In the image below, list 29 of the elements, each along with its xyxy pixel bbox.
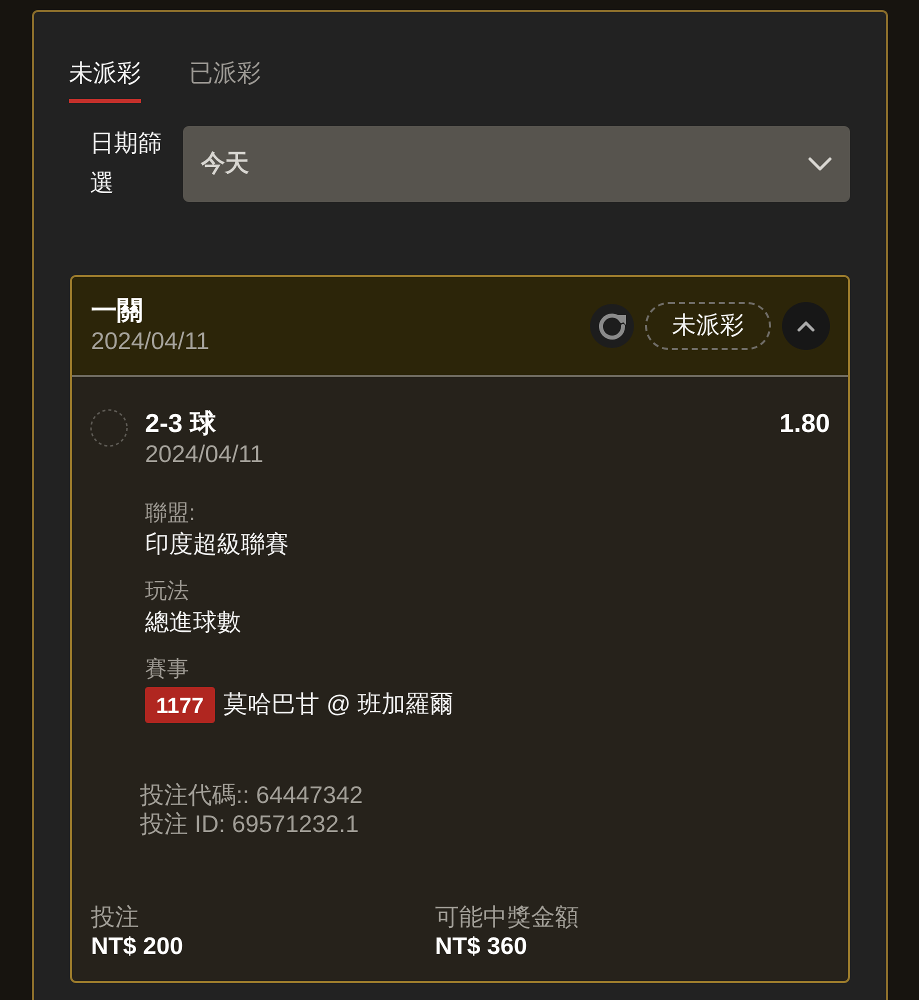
stake-amount: NT$ 200 — [91, 932, 184, 961]
payout-amount: NT$ 360 — [435, 932, 528, 961]
bet-date: 2024/04/11 — [91, 327, 210, 357]
stake-label: 投注 — [91, 903, 139, 932]
dashed-circle-icon — [90, 409, 128, 447]
tab[interactable]: 未派彩 — [69, 59, 141, 103]
selection-name: 2-3 球 — [145, 407, 216, 439]
refresh-button[interactable] — [590, 304, 634, 348]
refresh-icon — [597, 311, 627, 341]
chevron-down-icon — [808, 157, 832, 171]
selection-date: 2024/04/11 — [145, 440, 264, 470]
match-name: 莫哈巴甘 @ 班加羅爾 — [224, 690, 454, 720]
payout-label: 可能中獎金額 — [435, 903, 579, 932]
detail-label: 聯盟: — [145, 499, 196, 527]
detail-label: 玩法 — [145, 577, 189, 605]
match-number-badge: 1177 — [145, 687, 215, 723]
bet-id: 投注 ID: 69571232.1 — [140, 810, 359, 839]
status-badge: 未派彩 — [645, 302, 771, 350]
date-select[interactable]: 今天 — [183, 126, 850, 202]
detail-value: 總進球數 — [145, 608, 241, 638]
bet-title: 一關 — [91, 294, 144, 326]
date-filter-label: 日期篩選 — [90, 129, 163, 199]
detail-value: 印度超級聯賽 — [145, 530, 289, 560]
tab[interactable]: 已派彩 — [189, 59, 261, 103]
odds-value: 1.80 — [779, 407, 830, 439]
collapse-button[interactable] — [782, 302, 830, 350]
detail-label: 賽事 — [145, 655, 189, 683]
chevron-up-icon — [797, 320, 815, 332]
bet-code: 投注代碼:: 64447342 — [140, 781, 363, 810]
